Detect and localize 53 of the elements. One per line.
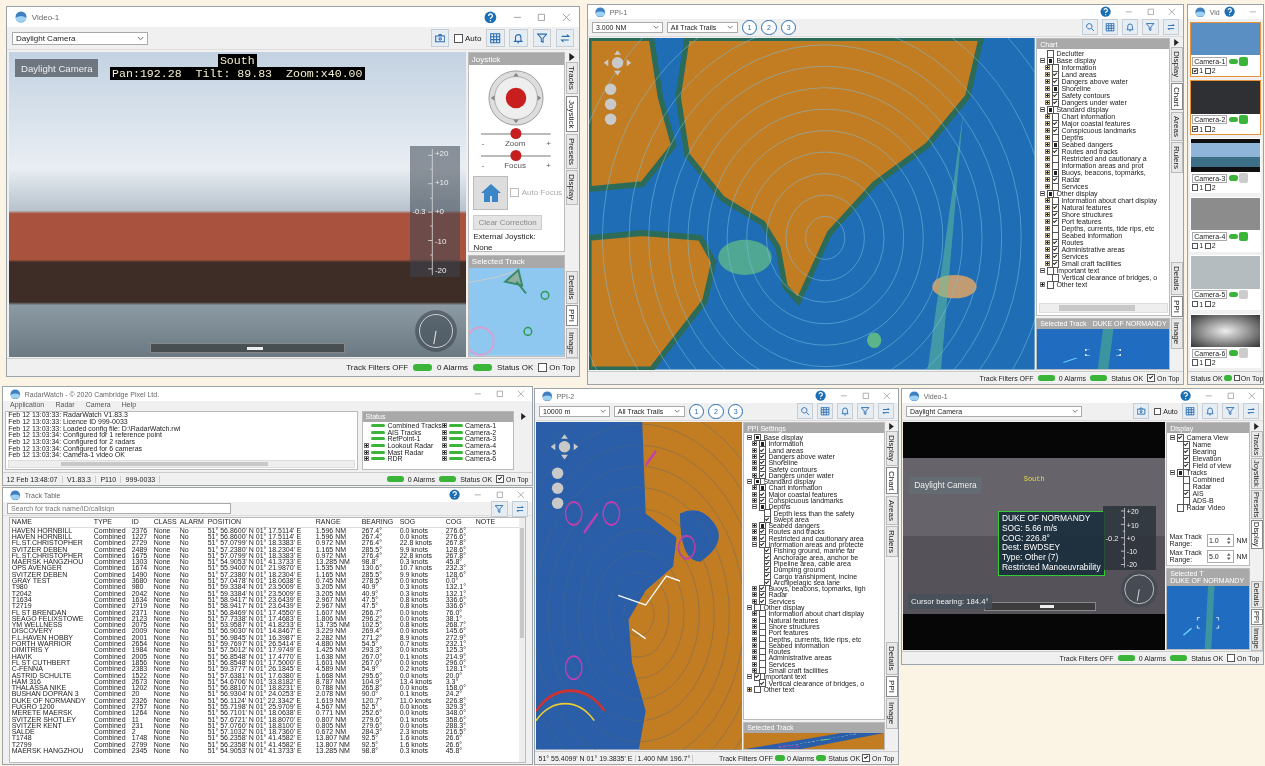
side-tab[interactable]: Chart <box>1170 82 1183 111</box>
track-info-line: Dest: BWDSEY <box>1001 543 1062 553</box>
camera-name-label: Daylight Camera <box>15 58 99 78</box>
panel-title: Selected Track <box>471 257 525 267</box>
side-tab[interactable]: Joystick <box>565 95 578 133</box>
track-filters-status: Track Filters OFF <box>346 363 409 373</box>
auto-checkbox[interactable]: Auto <box>453 33 482 43</box>
scale-label: +10 <box>434 178 449 188</box>
minus-label: - <box>481 161 485 171</box>
on-top-checkbox[interactable]: On Top <box>538 363 575 373</box>
minus-label: - <box>481 139 485 149</box>
system-status: Status OK <box>496 363 534 373</box>
alarms-status: 0 Alarms <box>437 363 469 373</box>
side-tab[interactable]: Display <box>565 170 578 205</box>
side-tab[interactable]: Display <box>885 431 898 466</box>
side-tab[interactable]: Rulers <box>1170 142 1183 174</box>
side-tab[interactable]: Image <box>885 698 898 729</box>
window-title: Video-1 <box>31 12 61 22</box>
scale-label: -20 <box>434 266 448 275</box>
track-info-line: DUKE OF NORMANDY <box>1001 514 1092 524</box>
camera-name-label: Daylight Camera <box>909 476 982 494</box>
side-tab[interactable]: Details <box>885 642 898 675</box>
side-tab[interactable]: Details <box>1170 262 1183 295</box>
side-tab[interactable]: Areas <box>1170 111 1183 141</box>
side-tab[interactable]: Rulers <box>885 526 898 558</box>
scale-label: -10 <box>434 236 448 246</box>
side-tab[interactable]: PPI <box>1170 296 1183 318</box>
slider-label: Zoom <box>504 139 526 149</box>
side-tab[interactable]: PPI <box>565 305 578 327</box>
track-info-line: COG: 226.8° <box>1001 533 1051 544</box>
plus-label: + <box>546 161 551 171</box>
side-tab[interactable]: Chart <box>885 466 898 495</box>
side-tab[interactable]: Areas <box>885 495 898 525</box>
external-joystick-label: External Joystick: <box>473 231 536 241</box>
camera-dropdown[interactable]: Daylight Camera <box>11 31 149 45</box>
external-joystick-value: None <box>473 242 493 252</box>
side-tab[interactable]: Presets <box>565 133 578 169</box>
heading-label: South <box>217 53 257 67</box>
scale-label: +20 <box>434 148 449 158</box>
side-tab[interactable]: Details <box>565 271 578 304</box>
side-tab[interactable]: Display <box>1170 47 1183 82</box>
pan-tilt-zoom-readout: Pan:192.28 Tilt: 89.83 Zoom:x40.00 <box>109 66 365 80</box>
track-info-line: Type: Other (7) <box>1001 553 1060 563</box>
track-info-line: SOG: 5.66 m/s <box>1001 524 1059 534</box>
slider-label: Focus <box>504 161 526 171</box>
scale-label: +0 <box>434 207 446 217</box>
side-tab[interactable]: PPI <box>885 676 898 698</box>
side-tab[interactable]: Image <box>565 327 578 359</box>
side-tab[interactable]: Tracks <box>565 62 578 95</box>
track-info-line: Restricted Manoeuvrability <box>1001 562 1101 573</box>
side-tab[interactable]: Image <box>1170 318 1183 349</box>
plus-label: + <box>546 139 551 149</box>
panel-title: Joystick <box>468 53 564 66</box>
